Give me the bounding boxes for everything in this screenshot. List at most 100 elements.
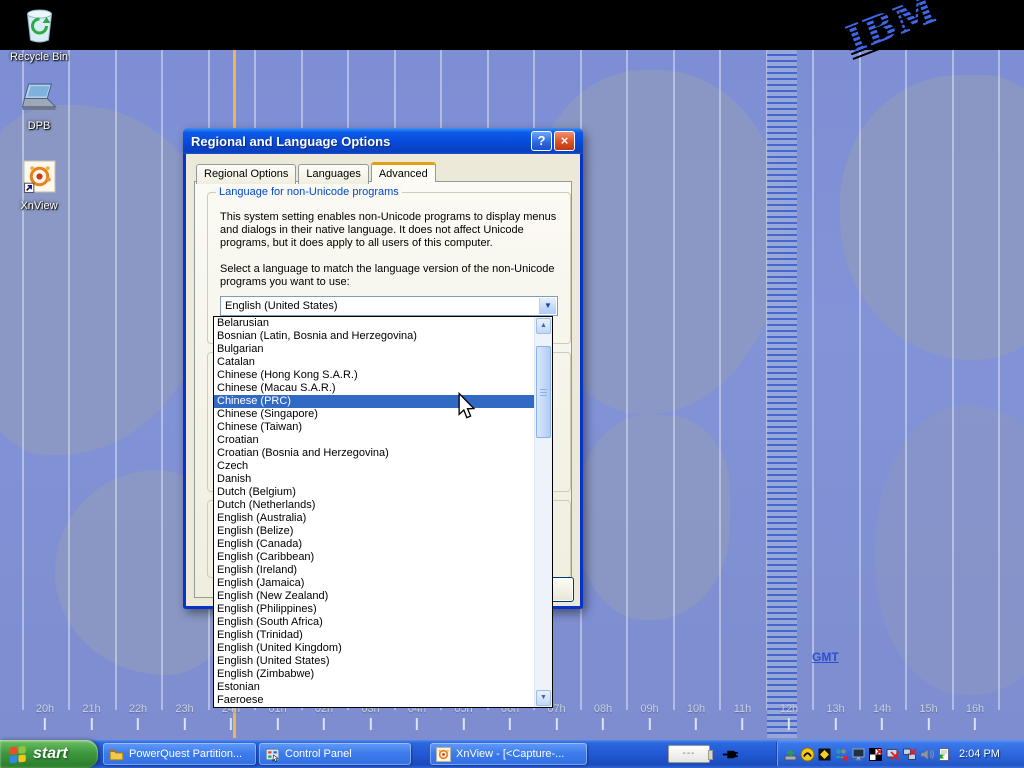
tab-regional-options[interactable]: Regional Options <box>196 164 296 184</box>
language-list-item[interactable]: Catalan <box>214 356 535 369</box>
display-settings-icon[interactable] <box>851 747 866 762</box>
taskbar-button-powerquest[interactable]: PowerQuest Partition... <box>103 743 256 765</box>
group-title: Language for non-Unicode programs <box>216 186 402 198</box>
taskbar-button-xnview[interactable]: XnView - [<Capture-... <box>430 743 587 765</box>
tab-languages[interactable]: Languages <box>298 164 368 184</box>
desktop-icon-dpb[interactable]: DPB <box>2 82 76 132</box>
scroll-up-icon[interactable]: ▲ <box>536 318 551 334</box>
desktop: GMT 20h21h22h23h24h01h02h03h04h05h06h07h… <box>0 0 1024 768</box>
meridian-line <box>626 50 628 710</box>
language-list-item[interactable]: Croatian (Bosnia and Herzegovina) <box>214 447 535 460</box>
language-list-item[interactable]: Chinese (Taiwan) <box>214 421 535 434</box>
scroll-down-icon[interactable]: ▼ <box>536 690 551 706</box>
language-list-item[interactable]: Chinese (Singapore) <box>214 408 535 421</box>
language-list-item[interactable]: English (Caribbean) <box>214 551 535 564</box>
timezone-tick <box>276 718 278 730</box>
language-list-item[interactable]: English (United Kingdom) <box>214 642 535 655</box>
language-list-item[interactable]: English (Australia) <box>214 512 535 525</box>
system-tray: 2:04 PM <box>778 740 1024 768</box>
volume-icon[interactable] <box>919 747 934 762</box>
language-list-item[interactable]: Dutch (Netherlands) <box>214 499 535 512</box>
timezone-hour-label: 12h <box>780 703 798 730</box>
language-list-item[interactable]: English (United States) <box>214 655 535 668</box>
timezone-hour-label: 14h <box>873 703 891 730</box>
language-list-item[interactable]: Dutch (Belgium) <box>214 486 535 499</box>
timezone-tick <box>416 718 418 730</box>
timezone-hour-label: 21h <box>82 703 100 730</box>
language-list-item[interactable]: English (Canada) <box>214 538 535 551</box>
language-list-item[interactable]: English (New Zealand) <box>214 590 535 603</box>
list-scrollbar[interactable]: ▲ ▼ <box>534 317 552 707</box>
language-list-item[interactable]: Faeroese <box>214 694 535 707</box>
thumb-grip <box>540 389 547 397</box>
ac-power-plug-icon[interactable] <box>722 747 739 767</box>
language-list-item[interactable]: Czech <box>214 460 535 473</box>
tab-advanced[interactable]: Advanced <box>371 162 436 182</box>
timezone-hour-label: 09h <box>640 703 658 730</box>
language-list-item[interactable]: Chinese (PRC) <box>214 395 535 408</box>
tray-clock[interactable]: 2:04 PM <box>959 748 1000 760</box>
language-list-item[interactable]: Belarusian <box>214 317 535 330</box>
safely-remove-hardware-icon[interactable] <box>783 747 798 762</box>
scheduled-tasks-icon[interactable] <box>936 747 951 762</box>
power-meter-icon[interactable] <box>817 747 832 762</box>
hour-labels: 20h21h22h23h24h01h02h03h04h05h06h07h08h0… <box>0 703 1024 738</box>
meridian-line <box>673 50 675 710</box>
language-list-item[interactable]: Bulgarian <box>214 343 535 356</box>
scrollbar-thumb[interactable] <box>536 346 551 438</box>
language-dropdown-list: BelarusianBosnian (Latin, Bosnia and Her… <box>213 316 553 708</box>
meridian-line <box>859 50 861 710</box>
timezone-tick <box>230 718 232 730</box>
graphics-utility-error-icon[interactable] <box>868 747 883 762</box>
language-list-item[interactable]: English (Belize) <box>214 525 535 538</box>
timezone-hour-label: 16h <box>966 703 984 730</box>
network-disconnected-icon[interactable] <box>902 747 917 762</box>
monitor-error-icon[interactable] <box>885 747 900 762</box>
timezone-tick <box>323 718 325 730</box>
combobox-value: English (United States) <box>225 300 338 312</box>
phone-monitor-icon[interactable] <box>800 747 815 762</box>
language-list-item[interactable]: Chinese (Hong Kong S.A.R.) <box>214 369 535 382</box>
language-list-item[interactable]: Croatian <box>214 434 535 447</box>
timezone-hour-label: 08h <box>594 703 612 730</box>
language-list-item[interactable]: English (Trinidad) <box>214 629 535 642</box>
desktop-icon-label: Recycle Bin <box>2 51 76 63</box>
language-list-item[interactable]: Danish <box>214 473 535 486</box>
dialog-tabs: Regional Options Languages Advanced <box>196 162 438 182</box>
timezone-hour-label: 23h <box>175 703 193 730</box>
meridian-line <box>905 50 907 710</box>
timezone-hour-label: 13h <box>826 703 844 730</box>
folder-icon <box>109 748 124 761</box>
timezone-hour-label: 22h <box>129 703 147 730</box>
taskbar-button-label: Control Panel <box>285 748 352 760</box>
dialog-titlebar[interactable]: Regional and Language Options <box>183 128 583 154</box>
language-list-item[interactable]: Bosnian (Latin, Bosnia and Herzegovina) <box>214 330 535 343</box>
timezone-tick <box>90 718 92 730</box>
recycle-bin-icon <box>21 6 58 44</box>
chevron-down-icon[interactable]: ▼ <box>539 298 556 314</box>
meridian-line <box>115 50 117 710</box>
language-list-item[interactable]: English (Zimbabwe) <box>214 668 535 681</box>
timezone-tick <box>137 718 139 730</box>
meridian-line <box>952 50 954 710</box>
battery-meter[interactable]: --- <box>668 745 710 763</box>
language-list-item[interactable]: English (Jamaica) <box>214 577 535 590</box>
language-list-item[interactable]: English (South Africa) <box>214 616 535 629</box>
taskbar-button-label: PowerQuest Partition... <box>129 748 242 760</box>
language-list-item[interactable]: English (Philippines) <box>214 603 535 616</box>
taskbar-button-control-panel[interactable]: Control Panel <box>259 743 411 765</box>
language-list-item[interactable]: English (Ireland) <box>214 564 535 577</box>
language-list-item[interactable]: Estonian <box>214 681 535 694</box>
map-landmass <box>840 75 1024 360</box>
offline-users-icon[interactable] <box>834 747 849 762</box>
map-landmass <box>875 405 1024 695</box>
language-combobox[interactable]: English (United States) ▼ <box>220 296 558 316</box>
start-button[interactable]: start <box>0 740 98 768</box>
desktop-icon-xnview[interactable]: XnView <box>2 160 76 212</box>
language-list-item[interactable]: Chinese (Macau S.A.R.) <box>214 382 535 395</box>
close-button[interactable]: × <box>554 131 575 151</box>
help-button[interactable]: ? <box>531 131 552 151</box>
laptop-icon <box>20 82 58 113</box>
meridian-line <box>22 50 24 710</box>
desktop-icon-recycle-bin[interactable]: Recycle Bin <box>2 6 76 63</box>
